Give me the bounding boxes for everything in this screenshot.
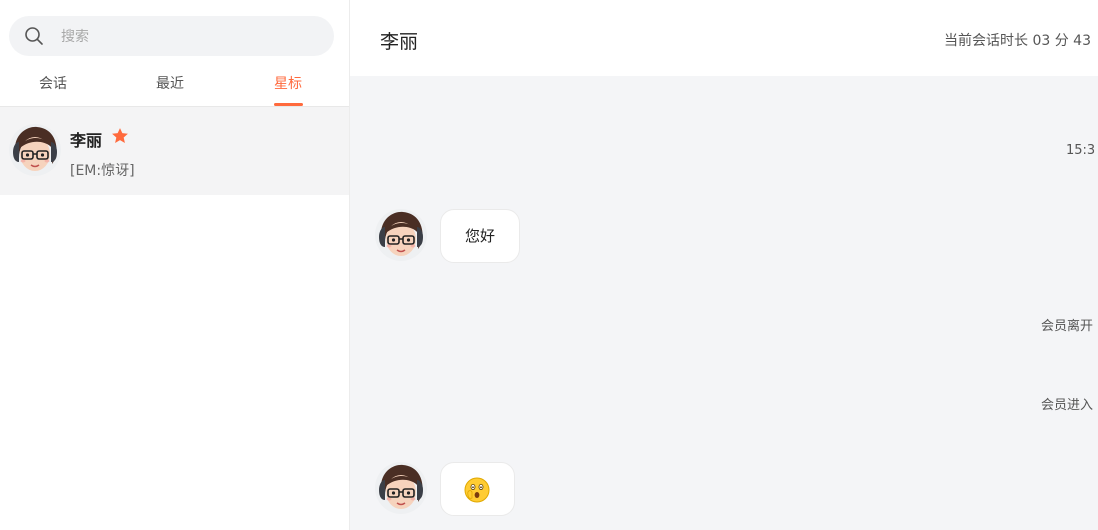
active-tab-indicator	[274, 103, 303, 106]
message-bubble[interactable]	[440, 462, 515, 516]
system-notice: 会员离开	[1041, 319, 1094, 334]
message-bubble[interactable]: 您好	[440, 209, 520, 263]
chat-header: 李丽 当前会话时长 03 分 43	[350, 0, 1098, 76]
message-timestamp: 15:3	[1066, 143, 1096, 158]
conversation-item[interactable]: 李丽 [EM:惊讶]	[0, 107, 349, 195]
system-notice: 会员进入	[1041, 398, 1094, 413]
tab-recent[interactable]: 最近	[156, 73, 184, 93]
last-message-preview: [EM:惊讶]	[70, 163, 135, 179]
avatar	[375, 462, 427, 514]
avatar	[9, 124, 61, 176]
session-duration: 当前会话时长 03 分 43	[944, 33, 1091, 49]
sidebar: 会话 最近 星标 李丽 [EM:惊讶]	[0, 0, 350, 530]
message-area[interactable]: 15:3 您好 会员离开 会员进入	[350, 76, 1098, 530]
avatar	[375, 209, 427, 261]
search-bar[interactable]	[9, 16, 334, 56]
tab-conversations[interactable]: 会话	[39, 73, 67, 93]
contact-name: 李丽	[70, 131, 103, 150]
search-input[interactable]	[59, 24, 313, 50]
search-icon	[25, 27, 43, 45]
chat-title: 李丽	[380, 31, 419, 53]
tab-starred[interactable]: 星标	[274, 73, 302, 93]
star-icon[interactable]	[110, 126, 130, 146]
surprised-emoji-icon	[464, 477, 490, 503]
conversation-tabs: 会话 最近 星标	[0, 66, 349, 107]
